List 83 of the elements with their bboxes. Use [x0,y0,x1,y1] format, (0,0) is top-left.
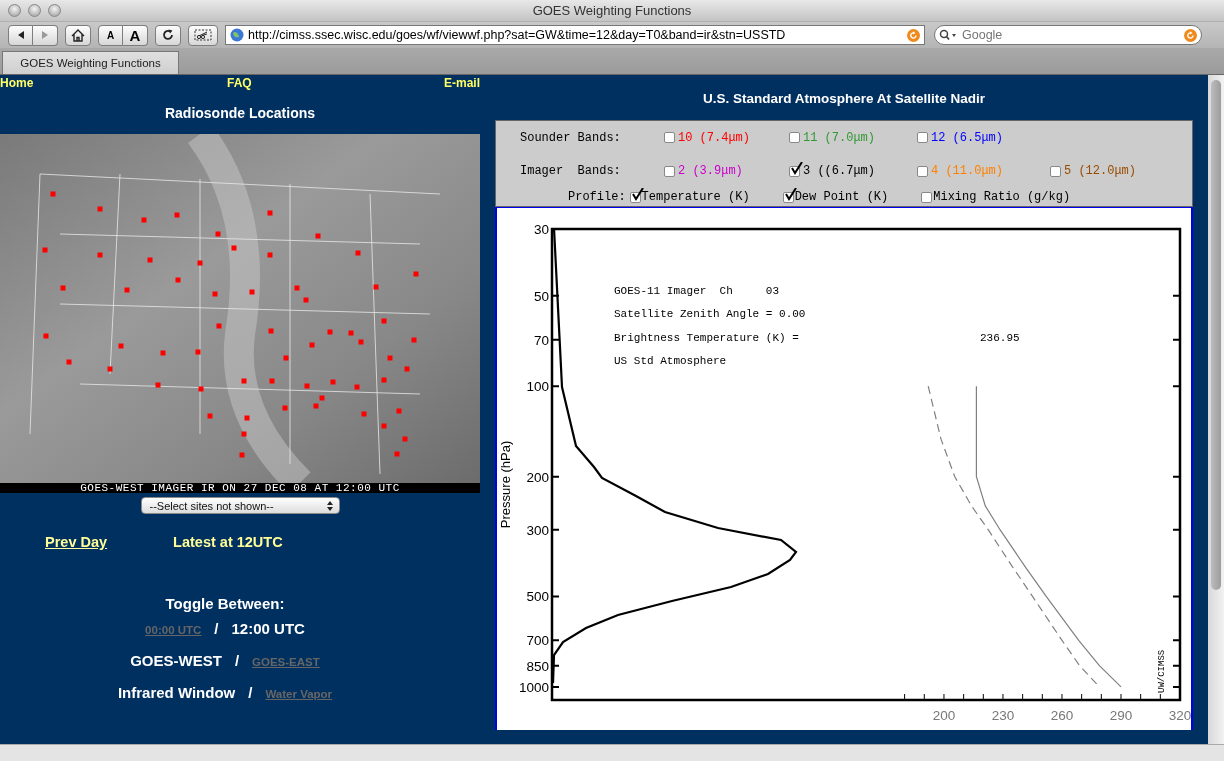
snippet-button[interactable] [188,24,218,46]
forward-button[interactable] [33,24,58,46]
clear-search-icon[interactable] [1184,28,1197,42]
home-icon [71,28,85,42]
url-text: http://cimss.ssec.wisc.edu/goes/wf/viewwf.php?sat=GW&time=12&day=T0&band=ir&stn=USSTD [248,28,787,42]
text-smaller-button[interactable]: A [98,24,123,46]
profile-option[interactable]: Temperature (K) [629,190,750,205]
band-option[interactable]: 12 (6.5μm) [917,130,1050,145]
minimize-button[interactable] [28,4,41,17]
checkbox[interactable] [1050,165,1061,177]
axis-title: Pressure (hPa) [498,440,513,529]
reload-button[interactable] [155,24,181,46]
browser-tab[interactable]: GOES Weighting Functions [2,51,179,74]
search-icon [939,29,959,41]
forward-arrow-icon [40,30,50,40]
row-label: Imager Bands: [520,164,622,179]
tick-label: 70 [533,332,549,348]
address-field[interactable]: http://cimss.ssec.wisc.edu/goes/wf/viewwf.php?sat=GW&time=12&day=T0&band=ir&stn=USSTD [225,25,925,45]
close-button[interactable] [8,4,21,17]
refresh-icon[interactable] [907,28,920,42]
latest-label: Latest at 12UTC [173,534,283,550]
reload-icon [162,29,174,41]
checkbox[interactable] [629,191,641,203]
tick-label: 200 [932,708,956,723]
vertical-scrollbar[interactable] [1208,75,1224,744]
nav-link[interactable]: Home [0,76,227,91]
globe-icon [230,28,244,42]
plot-annotation: Satellite Zenith Angle = 0.00 [614,308,806,320]
tick-label: 700 [526,633,549,649]
tick-label: 50 [533,288,549,304]
zoom-button[interactable] [48,4,61,17]
plot-title: U.S. Standard Atmosphere At Satellite Nadir [702,91,986,108]
tick-label: 500 [526,589,549,605]
current-option: 12:00 UTC [231,620,305,637]
tick-label: 260 [1050,708,1074,723]
checkbox[interactable] [917,132,928,144]
row-label: Sounder Bands: [520,130,622,145]
checkbox[interactable] [789,165,800,177]
band-option[interactable]: 3 ((6.7μm) [789,164,917,179]
nav-link[interactable]: E-mail [444,76,480,91]
profile-option[interactable]: Dew Point (K) [782,190,889,205]
updown-arrows-icon [325,499,334,512]
tick-label: 230 [991,708,1015,723]
credit-label: UW/CIMSS [1157,649,1167,693]
profile-option[interactable]: Mixing Ratio (g/kg) [921,190,1071,205]
checkbox[interactable] [921,191,933,203]
tick-label: 300 [526,522,549,538]
image-caption: GOES-WEST IMAGER IR ON 27 DEC 08 AT 12:00 UTC [0,483,480,493]
plot-annotation: GOES-11 Imager Ch 03 [614,285,780,297]
tick-label: 1000 [518,679,549,695]
section-title: Radiosonde Locations [163,105,317,123]
plot-annotation: US Std Atmosphere [614,355,727,367]
back-button[interactable] [8,24,33,46]
tick-label: 200 [526,469,549,485]
toggle-heading: Toggle Between: [164,595,286,614]
tick-label: 850 [526,658,549,674]
plot-annotation: 236.95 [980,332,1020,344]
separator: / [234,652,240,669]
band-option[interactable]: 5 (12.0μm) [1050,164,1192,179]
plot-annotation: Brightness Temperature (K) = [614,332,799,344]
row-label: Profile: [568,190,626,205]
nav-link[interactable]: FAQ [227,76,444,91]
site-dropdown[interactable]: --Select sites not shown-- [140,497,340,514]
separator: / [214,620,219,637]
checkbox[interactable] [664,132,675,144]
checkbox[interactable] [789,132,800,144]
current-option: GOES-WEST [130,652,222,669]
tick-label: 320 [1168,708,1191,723]
checkbox[interactable] [782,191,794,203]
tick-label: 290 [1109,708,1133,723]
prev-day-link[interactable]: Prev Day [45,534,108,550]
checkbox[interactable] [664,165,675,177]
separator: / [248,684,253,701]
tick-label: 30 [533,222,549,237]
scissors-icon [194,29,212,41]
current-option: Infrared Window [117,684,236,701]
text-bigger-button[interactable]: A [123,24,148,46]
tick-label: 100 [526,379,549,395]
scroll-thumb[interactable] [1211,80,1221,590]
home-button[interactable] [65,24,91,46]
window-title: GOES Weighting Functions [531,3,693,18]
search-field[interactable]: Google [934,25,1202,45]
checkbox[interactable] [917,165,928,177]
